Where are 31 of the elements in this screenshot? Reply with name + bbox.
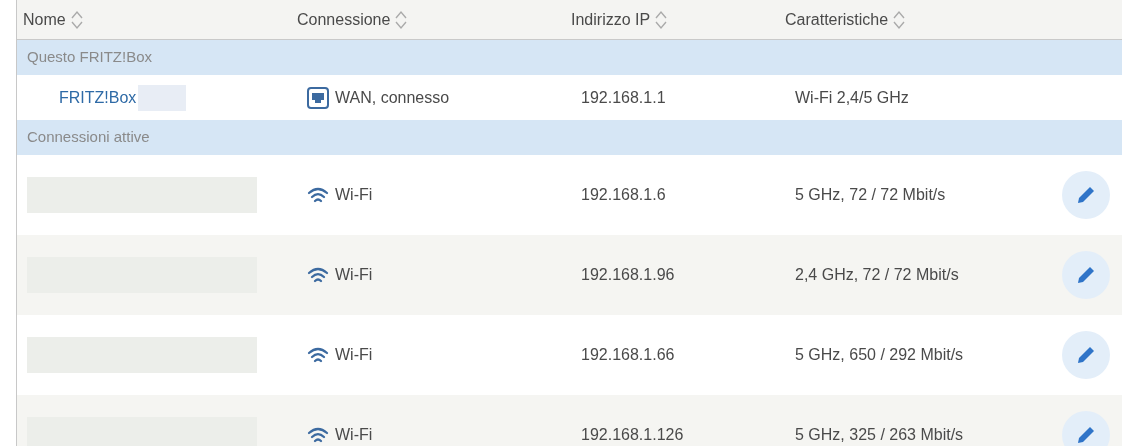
ip-address: 192.168.1.66 xyxy=(581,345,675,365)
group-header: Questo FRITZ!Box xyxy=(17,40,1122,75)
edit-button[interactable] xyxy=(1062,171,1110,219)
column-header[interactable]: Indirizzo IP xyxy=(571,7,651,32)
ip-address: 192.168.1.1 xyxy=(581,87,666,108)
connection-type: Wi-Fi xyxy=(335,425,373,445)
connection-details: 2,4 GHz, 72 / 72 Mbit/s xyxy=(795,265,959,285)
wifi-icon xyxy=(307,346,329,364)
connection-type: Wi-Fi xyxy=(335,265,373,285)
edit-button[interactable] xyxy=(1062,411,1110,446)
connection-details: 5 GHz, 325 / 263 Mbit/s xyxy=(795,425,964,445)
column-header[interactable]: Connessione xyxy=(297,7,391,32)
connection-details: 5 GHz, 72 / 72 Mbit/s xyxy=(795,185,946,205)
ip-address: 192.168.1.126 xyxy=(581,425,684,445)
connection-details: Wi-Fi 2,4/5 GHz xyxy=(795,87,909,108)
edit-button[interactable] xyxy=(1062,331,1110,379)
ip-address: 192.168.1.6 xyxy=(581,185,666,205)
connection-type: Wi-Fi xyxy=(335,185,373,205)
column-header[interactable]: Nome xyxy=(23,7,66,32)
ip-address: 192.168.1.96 xyxy=(581,265,675,285)
group-header: Connessioni attive xyxy=(17,120,1122,155)
connection-details: 5 GHz, 650 / 292 Mbit/s xyxy=(795,345,964,365)
ethernet-port-icon xyxy=(307,86,329,109)
edit-button[interactable] xyxy=(1062,251,1110,299)
connection-type: WAN, connesso xyxy=(335,87,450,108)
wifi-icon xyxy=(307,266,329,284)
wifi-icon xyxy=(307,426,329,444)
wifi-icon xyxy=(307,186,329,204)
connection-type: Wi-Fi xyxy=(335,345,373,365)
device-link[interactable]: FRITZ!Box xyxy=(59,85,137,110)
column-header[interactable]: Caratteristiche xyxy=(785,7,889,32)
